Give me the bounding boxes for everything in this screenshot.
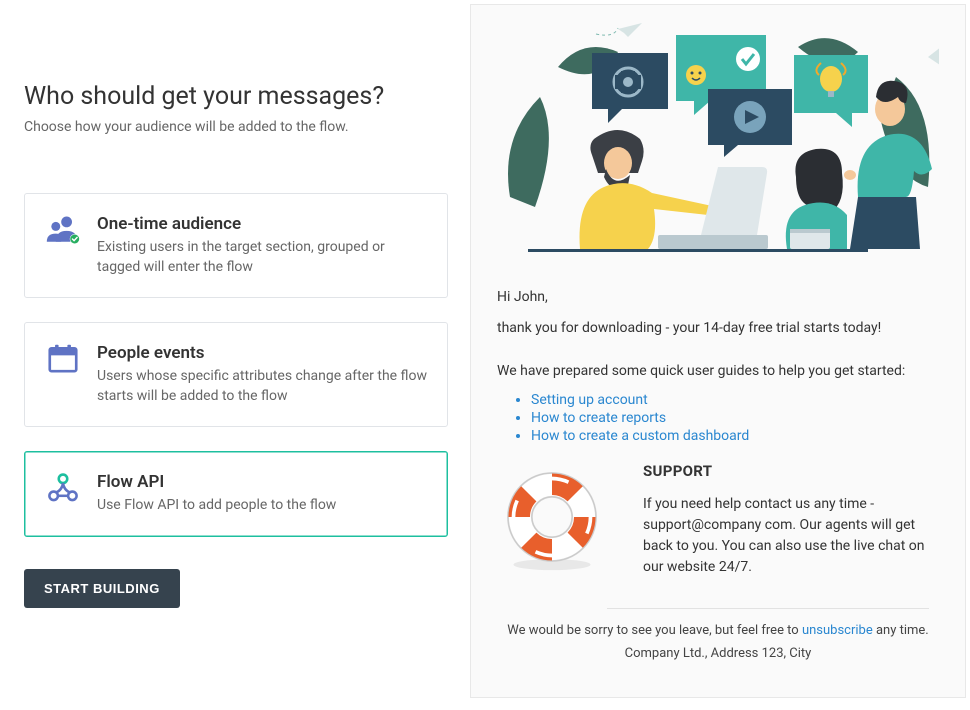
footer-address: Company Ltd., Address 123, City bbox=[507, 646, 929, 661]
unsubscribe-link[interactable]: unsubscribe bbox=[802, 623, 873, 638]
people-icon bbox=[43, 214, 83, 277]
lifebuoy-icon bbox=[497, 462, 617, 576]
guide-link-setup[interactable]: Setting up account bbox=[531, 392, 648, 408]
support-heading: SUPPORT bbox=[643, 462, 939, 480]
email-greeting: Hi John, bbox=[497, 287, 939, 308]
email-footer: We would be sorry to see you leave, but … bbox=[607, 608, 929, 661]
option-people-events[interactable]: People events Users whose specific attri… bbox=[24, 322, 448, 427]
option-title: One-time audience bbox=[97, 214, 429, 234]
guide-link-reports[interactable]: How to create reports bbox=[531, 410, 666, 426]
page-subtitle: Choose how your audience will be added t… bbox=[24, 119, 448, 135]
guide-link-dashboard[interactable]: How to create a custom dashboard bbox=[531, 428, 749, 444]
email-preview: Hi John, thank you for downloading - you… bbox=[470, 4, 966, 698]
audience-panel: Who should get your messages? Choose how… bbox=[0, 0, 470, 710]
footer-pre: We would be sorry to see you leave, but … bbox=[507, 623, 802, 638]
guide-link-list: Setting up account How to create reports… bbox=[497, 392, 939, 444]
hero-illustration bbox=[497, 17, 939, 271]
option-desc: Users whose specific attributes change a… bbox=[97, 367, 429, 406]
option-one-time-audience[interactable]: One-time audience Existing users in the … bbox=[24, 193, 448, 298]
page-title: Who should get your messages? bbox=[24, 82, 448, 111]
email-line-1: thank you for downloading - your 14-day … bbox=[497, 318, 939, 339]
option-title: Flow API bbox=[97, 472, 429, 492]
option-desc: Existing users in the target section, gr… bbox=[97, 238, 429, 277]
api-icon bbox=[43, 472, 83, 516]
footer-post: any time. bbox=[873, 623, 929, 638]
option-title: People events bbox=[97, 343, 429, 363]
start-building-button[interactable]: START BUILDING bbox=[24, 569, 180, 608]
email-body: Hi John, thank you for downloading - you… bbox=[497, 287, 939, 661]
calendar-icon bbox=[43, 343, 83, 406]
support-text: If you need help contact us any time - s… bbox=[643, 494, 939, 578]
support-section: SUPPORT If you need help contact us any … bbox=[497, 462, 939, 578]
email-line-2: We have prepared some quick user guides … bbox=[497, 361, 939, 382]
option-desc: Use Flow API to add people to the flow bbox=[97, 496, 429, 516]
option-flow-api[interactable]: Flow API Use Flow API to add people to t… bbox=[24, 451, 448, 537]
